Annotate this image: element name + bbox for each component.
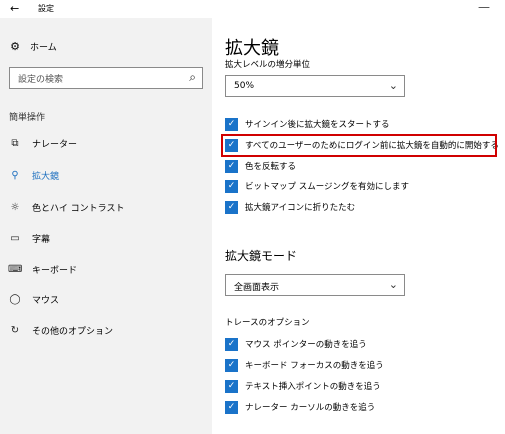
sidebar-item-narrator[interactable]: ⧉ ナレーター <box>8 135 208 151</box>
checkbox-checked-icon[interactable]: ✓ <box>225 200 238 214</box>
sidebar-item-home[interactable]: ⚙ ホーム <box>8 38 57 54</box>
sidebar-item-label: ホーム <box>30 42 57 53</box>
checkbox-label: ビットマップ スムージングを有効にします <box>245 182 410 192</box>
magnifier-mode-dropdown[interactable]: 全画面表示 ⌄ <box>225 274 405 296</box>
checkbox-invert-colors[interactable]: ✓ 色を反転する <box>225 158 296 174</box>
mouse-icon: ◯ <box>9 293 21 305</box>
sidebar-item-label: キーボード <box>32 265 78 276</box>
magnifier-mode-value: 全画面表示 <box>234 283 280 293</box>
sidebar-item-magnifier[interactable]: ⚲ 拡大鏡 <box>8 167 208 183</box>
sidebar: ⚙ ホーム 設定の検索 ⌕ 簡単操作 ⧉ ナレーター ⚲ 拡大鏡 ☼ 色とハイ … <box>0 18 212 434</box>
search-input[interactable]: 設定の検索 <box>18 72 63 85</box>
tracking-options-label: トレースのオプション <box>225 318 310 328</box>
keyboard-icon: ⌨ <box>8 263 23 275</box>
checkbox-track-mouse[interactable]: ✓ マウス ポインターの動きを追う <box>225 336 367 352</box>
gear-icon: ⚙ <box>10 39 20 53</box>
sidebar-item-label: マウス <box>32 295 60 306</box>
section-heading: 簡単操作 <box>9 113 46 123</box>
chevron-down-icon: ⌄ <box>388 278 398 291</box>
chevron-down-icon: ⌄ <box>388 79 398 92</box>
magnifier-mode-heading: 拡大鏡モード <box>225 249 298 263</box>
sidebar-item-color-high-contrast[interactable]: ☼ 色とハイ コントラスト <box>8 199 208 215</box>
checkbox-checked-icon[interactable]: ✓ <box>225 400 238 414</box>
checkbox-checked-icon[interactable]: ✓ <box>225 179 238 193</box>
back-arrow-icon[interactable]: ← <box>10 2 24 16</box>
checkbox-track-text-cursor[interactable]: ✓ テキスト挿入ポイントの動きを追う <box>225 378 381 394</box>
checkbox-checked-icon[interactable]: ✓ <box>225 159 238 173</box>
checkbox-label: テキスト挿入ポイントの動きを追う <box>245 382 381 392</box>
checkbox-label: ナレーター カーソルの動きを追う <box>245 403 376 413</box>
checkbox-bitmap-smoothing[interactable]: ✓ ビットマップ スムージングを有効にします <box>225 178 409 194</box>
options-icon: ↻ <box>10 324 20 336</box>
checkbox-label: サインイン後に拡大鏡をスタートする <box>245 120 390 130</box>
checkbox-track-narrator-cursor[interactable]: ✓ ナレーター カーソルの動きを追う <box>225 399 375 415</box>
sidebar-item-mouse[interactable]: ◯ マウス <box>8 291 208 307</box>
checkbox-collapse-to-icon[interactable]: ✓ 拡大鏡アイコンに折りたたむ <box>225 199 355 215</box>
checkbox-label: マウス ポインターの動きを追う <box>245 340 367 350</box>
checkbox-label: 拡大鏡アイコンに折りたたむ <box>245 203 356 213</box>
zoom-increment-dropdown[interactable]: 50% ⌄ <box>225 75 405 97</box>
checkbox-label: 色を反転する <box>245 162 297 172</box>
checkbox-checked-icon[interactable]: ✓ <box>225 358 238 372</box>
main-content: 拡大鏡 拡大レベルの増分単位 50% ⌄ ✓ サインイン後に拡大鏡をスタートする… <box>212 18 505 434</box>
checkbox-checked-icon[interactable]: ✓ <box>225 379 238 393</box>
window-title: 設定 <box>38 4 54 13</box>
checkbox-checked-icon[interactable]: ✓ <box>225 117 238 131</box>
zoom-increment-value: 50% <box>234 81 255 91</box>
sidebar-item-label: ナレーター <box>32 139 78 150</box>
search-box[interactable]: 設定の検索 ⌕ <box>9 67 203 89</box>
sidebar-item-keyboard[interactable]: ⌨ キーボード <box>8 261 208 277</box>
page-title: 拡大鏡 <box>225 38 279 59</box>
checkbox-start-after-signin[interactable]: ✓ サインイン後に拡大鏡をスタートする <box>225 116 390 132</box>
sidebar-item-label: 色とハイ コントラスト <box>32 203 125 214</box>
sidebar-item-label: 字幕 <box>32 234 51 245</box>
zoom-increment-label: 拡大レベルの増分単位 <box>225 60 311 70</box>
magnifier-icon: ⚲ <box>11 169 19 181</box>
sidebar-item-other-options[interactable]: ↻ その他のオプション <box>8 322 208 338</box>
sidebar-item-label: 拡大鏡 <box>32 171 60 182</box>
highlight-annotation <box>221 134 497 157</box>
captions-icon: ▭ <box>10 232 20 244</box>
title-bar: ← 設定 — <box>0 0 505 18</box>
checkbox-track-keyboard[interactable]: ✓ キーボード フォーカスの動きを追う <box>225 357 384 373</box>
sun-icon: ☼ <box>10 201 20 213</box>
checkbox-checked-icon[interactable]: ✓ <box>225 337 238 351</box>
sidebar-item-captions[interactable]: ▭ 字幕 <box>8 230 208 246</box>
narrator-icon: ⧉ <box>11 137 19 149</box>
checkbox-label: キーボード フォーカスの動きを追う <box>245 361 384 371</box>
sidebar-item-label: その他のオプション <box>32 326 114 337</box>
minimize-button[interactable]: — <box>478 0 490 14</box>
search-icon[interactable]: ⌕ <box>189 70 196 85</box>
